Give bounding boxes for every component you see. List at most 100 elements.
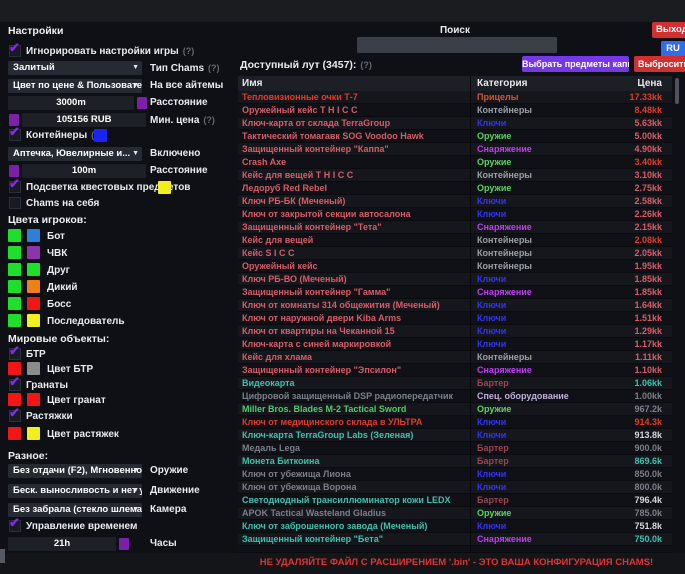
distance-color-swatch[interactable] xyxy=(137,97,147,109)
loot-row[interactable]: Ключ РБ-ВО (Меченый)Ключи1.85kk xyxy=(238,273,672,286)
search-input[interactable] xyxy=(357,37,557,53)
loot-row[interactable]: Цифровой защищенный DSP радиопередатчикС… xyxy=(238,390,672,403)
player-color-swatch-secondary[interactable] xyxy=(27,280,40,293)
loot-row[interactable]: Ключ от наружной двери Kiba ArmsКлючи1.5… xyxy=(238,312,672,325)
btr-checkbox[interactable]: ✔ xyxy=(9,348,21,360)
loot-row[interactable]: Кейс для хламаКонтейнеры1.11kk xyxy=(238,351,672,364)
player-color-swatch-secondary[interactable] xyxy=(27,297,40,310)
distance-input[interactable]: 3000m xyxy=(8,96,134,110)
language-button[interactable]: RU xyxy=(661,41,685,57)
loot-row[interactable]: Оружейный кейс T H I C CКонтейнеры8.48kk xyxy=(238,104,672,117)
chams-type-dropdown[interactable]: Залитый▼ xyxy=(8,61,142,75)
weapon-dropdown[interactable]: Без отдачи (F2), Мгновенное п▼ xyxy=(8,464,142,478)
loot-row[interactable]: Тактический томагавк SOG Voodoo HawkОруж… xyxy=(238,130,672,143)
loot-row[interactable]: Ключ-карта TerraGroup Labs (Зеленая)Ключ… xyxy=(238,429,672,442)
player-color-swatch-secondary[interactable] xyxy=(27,314,40,327)
player-color-swatch-primary[interactable] xyxy=(8,229,21,242)
drop-all-button[interactable]: Выбросить все xyxy=(634,56,685,72)
item-category: Контейнеры xyxy=(477,169,532,182)
item-name: Кейс для вещей T H I C C xyxy=(242,169,353,182)
loot-row[interactable]: Медаль LegaБартер900.0k xyxy=(238,442,672,455)
loot-row[interactable]: Crash AxeОружие3.40kk xyxy=(238,156,672,169)
player-color-swatch-secondary[interactable] xyxy=(27,246,40,259)
help-icon[interactable]: (?) xyxy=(360,60,372,70)
loot-row[interactable]: Монета БиткоинаБартер869.6k xyxy=(238,455,672,468)
item-name: Ключ от медицинского склада в УЛЬТРА xyxy=(242,416,422,429)
grenades-checkbox[interactable]: ✔ xyxy=(9,379,21,391)
loot-row[interactable]: Ледоруб Red RebelОружие2.75kk xyxy=(238,182,672,195)
loot-row[interactable]: Светодиодный трансиллюминатор кожи LEDXБ… xyxy=(238,494,672,507)
help-icon[interactable]: (?) xyxy=(183,46,195,56)
grenade-color-swatch-2[interactable] xyxy=(27,393,40,406)
item-category: Контейнеры xyxy=(477,104,532,117)
loot-row[interactable]: Ключ от убежища ВоронаКлючи800.0k xyxy=(238,481,672,494)
containers-distance-input[interactable]: 100m xyxy=(22,164,146,178)
tripwire-color-swatch-2[interactable] xyxy=(27,427,40,440)
player-color-swatch-primary[interactable] xyxy=(8,263,21,276)
loot-row[interactable]: Кейс S I C CКонтейнеры2.05kk xyxy=(238,247,672,260)
help-icon[interactable]: (?) xyxy=(208,63,220,73)
loot-row[interactable]: Защищенный контейнер "Эпсилон"Снаряжение… xyxy=(238,364,672,377)
loot-row[interactable]: Защищенный контейнер "Бета"Снаряжение750… xyxy=(238,533,672,546)
hours-input[interactable]: 21h xyxy=(8,537,116,551)
camera-dropdown[interactable]: Без забрала (стекло шлема)▼ xyxy=(8,503,142,517)
player-color-swatch-primary[interactable] xyxy=(8,297,21,310)
min-price-input[interactable]: 105156 RUB xyxy=(22,113,146,127)
containers-label: Контейнеры(?) xyxy=(26,129,103,142)
item-category: Ключи xyxy=(477,273,506,286)
column-price[interactable]: Цена xyxy=(637,76,662,91)
loot-row[interactable] xyxy=(238,546,672,553)
column-category[interactable]: Категория xyxy=(477,76,527,91)
loot-row[interactable]: ВидеокартаБартер1.06kk xyxy=(238,377,672,390)
loot-row[interactable]: Кейс для вещейКонтейнеры2.08kk xyxy=(238,234,672,247)
movement-dropdown[interactable]: Беск. выносливость и нет уста▼ xyxy=(8,484,142,498)
loot-row[interactable]: Защищенный контейнер "Тета"Снаряжение2.1… xyxy=(238,221,672,234)
loot-row[interactable]: Ключ от заброшенного завода (Меченый)Клю… xyxy=(238,520,672,533)
loot-row[interactable]: Ключ от закрытой секции автосалонаКлючи2… xyxy=(238,208,672,221)
item-name: Светодиодный трансиллюминатор кожи LEDX xyxy=(242,494,450,507)
exit-button[interactable]: Выход xyxy=(652,22,685,38)
item-name: Монета Биткоина xyxy=(242,455,320,468)
loot-row[interactable]: Оружейный кейсКонтейнеры1.95kk xyxy=(238,260,672,273)
player-color-swatch-secondary[interactable] xyxy=(27,263,40,276)
quest-color-swatch[interactable] xyxy=(158,181,171,194)
quest-highlight-checkbox[interactable]: ✔ xyxy=(9,181,21,193)
loot-row[interactable]: Ключ-карта с синей маркировкойКлючи1.17k… xyxy=(238,338,672,351)
btr-label: БТР xyxy=(26,348,46,361)
time-control-checkbox[interactable]: ✔ xyxy=(9,520,21,532)
grenade-color-label: Цвет гранат xyxy=(47,394,106,407)
loot-row[interactable]: Защищенный контейнер "Гамма"Снаряжение1.… xyxy=(238,286,672,299)
all-items-dropdown[interactable]: Цвет по цене & Пользователь▼ xyxy=(8,79,142,93)
player-color-swatch-primary[interactable] xyxy=(8,280,21,293)
btr-color-label: Цвет БТР xyxy=(47,363,93,376)
tripwires-checkbox[interactable]: ✔ xyxy=(9,410,21,422)
loot-row[interactable]: Ключ РБ-БК (Меченый)Ключи2.58kk xyxy=(238,195,672,208)
loot-row[interactable]: Ключ-карта от склада TerraGroupКлючи5.63… xyxy=(238,117,672,130)
item-category: Контейнеры xyxy=(477,260,532,273)
help-icon[interactable]: (?) xyxy=(203,115,215,125)
loot-row[interactable]: Ключ от убежища ЛионаКлючи850.0k xyxy=(238,468,672,481)
ignore-game-checkbox[interactable]: ✔ xyxy=(9,45,21,57)
loot-row[interactable]: Тепловизионные очки Т-7Прицелы17.33kk xyxy=(238,91,672,104)
hours-color-swatch[interactable] xyxy=(119,538,129,550)
containers-color-swatch[interactable] xyxy=(94,129,107,142)
loot-row[interactable]: Ключ от медицинского склада в УЛЬТРАКлюч… xyxy=(238,416,672,429)
player-color-swatch-primary[interactable] xyxy=(8,246,21,259)
loot-row[interactable]: Ключ от комнаты 314 общежития (Меченый)К… xyxy=(238,299,672,312)
loot-row[interactable]: Miller Bros. Blades M-2 Tactical SwordОр… xyxy=(238,403,672,416)
loot-row[interactable]: APOK Tactical Wasteland GladiusОружие785… xyxy=(238,507,672,520)
containers-checkbox[interactable]: ✔ xyxy=(9,129,21,141)
self-chams-checkbox[interactable] xyxy=(9,197,21,209)
containers-filter-dropdown[interactable]: Аптечка, Ювелирные и...▼ xyxy=(8,147,142,161)
btr-color-swatch-2[interactable] xyxy=(27,362,40,375)
player-color-swatch-secondary[interactable] xyxy=(27,229,40,242)
item-price: 2.15kk xyxy=(634,221,662,234)
player-color-swatch-primary[interactable] xyxy=(8,314,21,327)
loot-row[interactable]: Кейс для вещей T H I C CКонтейнеры3.10kk xyxy=(238,169,672,182)
tripwire-color-swatch-1[interactable] xyxy=(8,427,21,440)
column-name[interactable]: Имя xyxy=(242,76,262,91)
loot-row[interactable]: Ключ от квартиры на Чеканной 15Ключи1.29… xyxy=(238,325,672,338)
select-kappa-button[interactable]: Выбрать предметы каппа xyxy=(522,56,629,72)
loot-row[interactable]: Защищенный контейнер "Каппа"Снаряжение4.… xyxy=(238,143,672,156)
table-scrollbar[interactable] xyxy=(675,78,679,104)
